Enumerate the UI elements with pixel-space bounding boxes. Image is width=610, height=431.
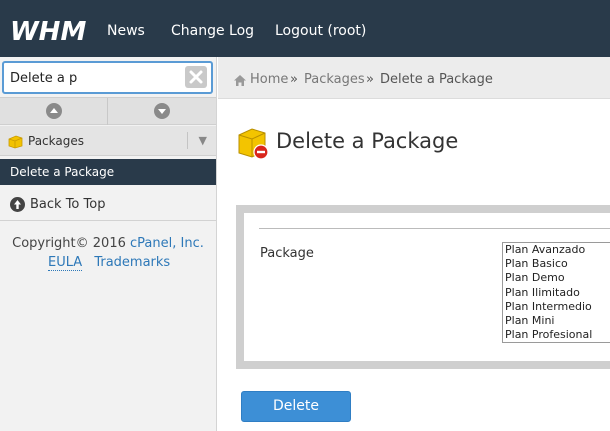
breadcrumb-packages[interactable]: Packages <box>304 72 365 87</box>
sidebar-scroll-controls <box>0 97 216 125</box>
clear-search-button[interactable] <box>185 66 207 88</box>
cpanel-link[interactable]: cPanel, Inc. <box>130 236 204 251</box>
page-title: Delete a Package <box>276 129 459 153</box>
close-icon <box>189 70 203 84</box>
breadcrumb-current: Delete a Package <box>380 72 493 87</box>
nav-news-link[interactable]: News <box>107 23 145 39</box>
divider <box>259 228 610 229</box>
chevron-down-icon <box>154 103 170 119</box>
package-icon <box>8 134 23 153</box>
sidebar-category-packages[interactable]: Packages ▼ <box>0 126 216 156</box>
package-option[interactable]: Plan Intermedio <box>503 300 610 314</box>
main-content: Home » Packages » Delete a Package Delet… <box>218 57 610 431</box>
breadcrumb-home[interactable]: Home <box>250 72 288 87</box>
sidebar-category-label: Packages <box>28 134 84 148</box>
delete-button[interactable]: Delete <box>241 391 351 422</box>
breadcrumb-separator: » <box>366 72 374 87</box>
trademarks-link[interactable]: Trademarks <box>94 255 170 270</box>
package-option[interactable]: Plan Ilimitado <box>503 286 610 300</box>
footer-links: EULA Trademarks <box>48 255 170 271</box>
whm-logo[interactable]: WHM <box>10 15 88 47</box>
package-select-list[interactable]: Plan Avanzado Plan Basico Plan Demo Plan… <box>502 242 610 343</box>
breadcrumb: Home » Packages » Delete a Package <box>218 57 610 99</box>
top-navigation-bar: WHM News Change Log Logout (root) <box>0 0 610 57</box>
copyright-text: Copyright© 2016 cPanel, Inc. <box>0 236 216 251</box>
package-option[interactable]: Plan Basico <box>503 257 610 271</box>
back-to-top-link[interactable]: Back To Top <box>0 188 216 221</box>
chevron-down-icon[interactable]: ▼ <box>199 134 207 147</box>
package-option[interactable]: Plan Profesional <box>503 328 610 342</box>
nav-changelog-link[interactable]: Change Log <box>171 23 254 39</box>
sidebar-search <box>2 61 213 94</box>
chevron-up-icon <box>46 103 62 119</box>
delete-package-form: Package Plan Avanzado Plan Basico Plan D… <box>236 205 610 369</box>
sidebar: Packages ▼ Delete a Package Back To Top … <box>0 57 217 431</box>
svg-text:WHM: WHM <box>10 17 86 45</box>
nav-logout-link[interactable]: Logout (root) <box>275 23 366 39</box>
package-field-label: Package <box>260 246 314 261</box>
search-input[interactable] <box>10 68 180 88</box>
eula-link[interactable]: EULA <box>48 255 83 271</box>
scroll-up-button[interactable] <box>0 98 108 125</box>
package-option[interactable]: Plan Mini <box>503 314 610 328</box>
package-option[interactable]: Plan Demo <box>503 271 610 285</box>
package-option[interactable]: Plan Avanzado <box>503 243 610 257</box>
scroll-down-button[interactable] <box>108 98 216 125</box>
form-panel: Package Plan Avanzado Plan Basico Plan D… <box>244 213 610 361</box>
copyright-prefix: Copyright© 2016 <box>12 236 126 251</box>
divider <box>187 132 188 149</box>
home-icon[interactable] <box>233 72 247 86</box>
sidebar-item-delete-package[interactable]: Delete a Package <box>0 159 216 185</box>
delete-package-icon <box>237 127 271 161</box>
back-to-top-label: Back To Top <box>30 197 106 212</box>
arrow-up-icon <box>10 197 25 212</box>
breadcrumb-separator: » <box>290 72 298 87</box>
